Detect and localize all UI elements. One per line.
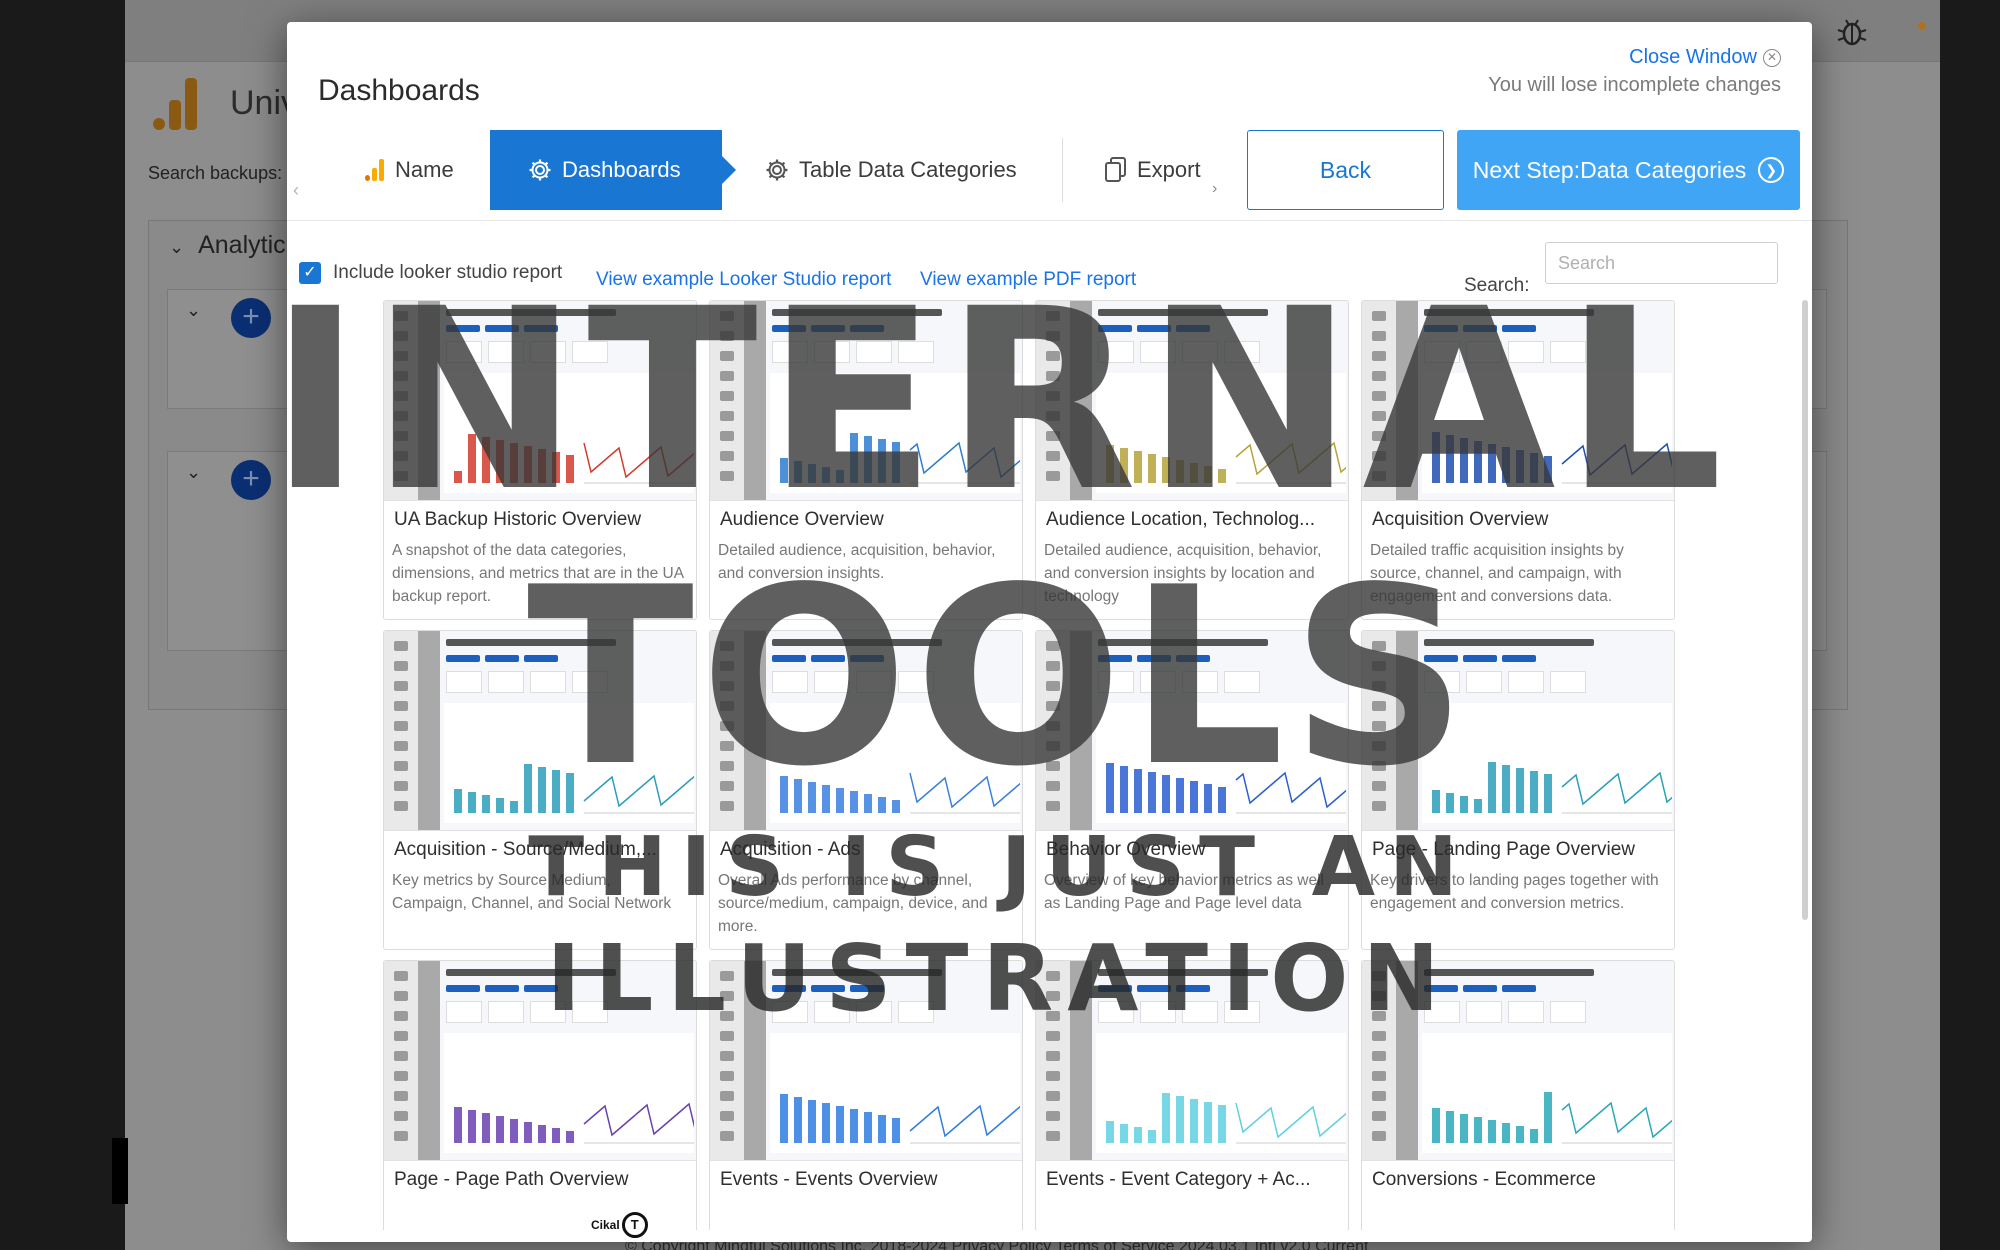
logo-text: Cikal xyxy=(591,1218,620,1232)
bug-icon[interactable] xyxy=(1834,14,1870,50)
step-label: Table Data Categories xyxy=(799,157,1017,182)
card-description: Detailed traffic acquisition insights by… xyxy=(1370,542,1624,605)
dashboard-thumbnail xyxy=(710,961,1022,1161)
card-title: Events - Event Category + Ac... xyxy=(1046,1169,1311,1190)
next-step-label: Next Step:Data Categories xyxy=(1472,156,1747,183)
dashboard-thumbnail xyxy=(1362,961,1674,1161)
card-title: Events - Events Overview xyxy=(720,1169,938,1190)
dashboard-card[interactable]: Events - Event Category + Ac... xyxy=(1035,960,1349,1230)
include-looker-label: Include looker studio report xyxy=(333,262,563,283)
card-description xyxy=(1036,1191,1348,1230)
dashboard-card[interactable]: Acquisition - Source/Medium,... Key metr… xyxy=(383,630,697,950)
chevron-down-icon: ⌄ xyxy=(169,237,185,257)
dashboard-card[interactable]: Acquisition - Ads Overall Ads performanc… xyxy=(709,630,1023,950)
dashboard-card[interactable]: Page - Landing Page Overview Key drivers… xyxy=(1361,630,1675,950)
panel-title: Analytic xyxy=(198,231,286,259)
dashboards-modal: Dashboards Close Window ✕ You will lose … xyxy=(287,22,1812,1242)
dashboard-card[interactable]: Page - Page Path Overview xyxy=(383,960,697,1230)
close-icon: ✕ xyxy=(1763,48,1781,67)
step-label: Export xyxy=(1137,157,1201,182)
backup-search-label: Search backups: xyxy=(148,163,283,183)
notification-dot xyxy=(1918,22,1926,30)
dashboard-thumbnail xyxy=(1036,631,1348,831)
chevron-left-icon[interactable]: ‹ xyxy=(293,180,299,201)
close-window-label: Close Window xyxy=(1629,46,1757,68)
include-looker-option[interactable]: ✓ Include looker studio report xyxy=(299,262,562,284)
chevron-down-icon[interactable]: ⌄ xyxy=(186,462,201,483)
gear-icon xyxy=(529,159,551,181)
card-title: Page - Page Path Overview xyxy=(394,1169,629,1190)
dashboard-thumbnail xyxy=(384,301,696,501)
card-description: Detailed audience, acquisition, behavior… xyxy=(718,542,996,582)
dashboard-card[interactable]: UA Backup Historic Overview A snapshot o… xyxy=(383,300,697,620)
card-description xyxy=(710,1191,1022,1230)
panel-header[interactable]: ⌄ Analytic xyxy=(169,231,286,260)
dashboard-card[interactable]: Audience Location, Technolog... Detailed… xyxy=(1035,300,1349,620)
card-title: Audience Overview xyxy=(720,509,884,530)
dashboard-card[interactable]: Acquisition Overview Detailed traffic ac… xyxy=(1361,300,1675,620)
search-input[interactable] xyxy=(1545,242,1778,284)
card-title: UA Backup Historic Overview xyxy=(394,509,642,530)
step-divider xyxy=(1062,138,1063,202)
step-table-data-categories[interactable]: Table Data Categories xyxy=(765,130,1017,210)
view-looker-example-link[interactable]: View example Looker Studio report xyxy=(596,269,891,291)
dashboard-thumbnail xyxy=(384,631,696,831)
left-edge-bar xyxy=(112,1138,128,1204)
search-label: Search: xyxy=(1464,275,1530,296)
card-description: Overview of key behavior metrics as well… xyxy=(1044,872,1324,912)
add-icon[interactable]: + xyxy=(231,298,271,338)
dashboard-thumbnail xyxy=(1036,961,1348,1161)
step-export[interactable]: Export xyxy=(1105,130,1201,210)
card-description: Overall Ads performance by channel, sour… xyxy=(718,872,988,935)
close-warning: You will lose incomplete changes xyxy=(1488,74,1781,96)
card-description xyxy=(1362,1191,1674,1230)
step-label: Name xyxy=(395,157,454,182)
chevron-right-icon[interactable]: › xyxy=(1212,180,1217,198)
chevron-down-icon[interactable]: ⌄ xyxy=(186,300,201,321)
dashboard-card[interactable]: Audience Overview Detailed audience, acq… xyxy=(709,300,1023,620)
dashboard-card[interactable]: Events - Events Overview xyxy=(709,960,1023,1230)
card-title: Acquisition - Source/Medium,... xyxy=(394,839,657,860)
step-label: Dashboards xyxy=(562,157,681,182)
card-title: Page - Landing Page Overview xyxy=(1372,839,1635,860)
modal-title: Dashboards xyxy=(318,74,480,107)
cikal-logo: Cikal T xyxy=(591,1212,648,1238)
step-dashboards[interactable]: Dashboards xyxy=(490,130,736,210)
dashboard-card[interactable]: Conversions - Ecommerce xyxy=(1361,960,1675,1230)
google-analytics-logo xyxy=(153,78,199,130)
dashboard-thumbnail xyxy=(710,301,1022,501)
dashboard-thumbnail xyxy=(1036,301,1348,501)
divider xyxy=(287,220,1812,221)
dashboard-grid: UA Backup Historic Overview A snapshot o… xyxy=(383,300,1683,1230)
card-title: Behavior Overview xyxy=(1046,839,1206,860)
gear-icon xyxy=(766,159,788,181)
dashboard-thumbnail xyxy=(1362,301,1674,501)
back-button[interactable]: Back xyxy=(1247,130,1444,210)
arrow-right-circle-icon: ❯ xyxy=(1758,157,1785,183)
dashboard-thumbnail xyxy=(1362,631,1674,831)
next-step-button[interactable]: Next Step:Data Categories ❯ xyxy=(1457,130,1800,210)
logo-mark: T xyxy=(621,1212,648,1238)
include-looker-checkbox[interactable]: ✓ xyxy=(299,262,321,284)
card-title: Conversions - Ecommerce xyxy=(1372,1169,1596,1190)
card-description xyxy=(384,1191,696,1230)
dashboard-card[interactable]: Behavior Overview Overview of key behavi… xyxy=(1035,630,1349,950)
copy-icon xyxy=(1105,157,1126,182)
wizard-stepper: ‹ Name Dashboards Table Data Categories … xyxy=(287,130,1247,210)
google-analytics-icon xyxy=(365,159,385,181)
card-description: A snapshot of the data categories, dimen… xyxy=(392,542,684,605)
card-description: Key metrics by Source Medium, Campaign, … xyxy=(392,872,672,912)
close-window-button[interactable]: Close Window ✕ xyxy=(1629,46,1781,69)
card-title: Acquisition - Ads xyxy=(720,839,861,860)
dashboard-thumbnail xyxy=(710,631,1022,831)
view-pdf-example-link[interactable]: View example PDF report xyxy=(920,269,1136,291)
dashboard-thumbnail xyxy=(384,961,696,1161)
add-icon[interactable]: + xyxy=(231,460,271,500)
card-title: Audience Location, Technolog... xyxy=(1046,509,1316,530)
card-description: Detailed audience, acquisition, behavior… xyxy=(1044,542,1322,605)
grid-scrollbar[interactable] xyxy=(1802,300,1808,920)
card-title: Acquisition Overview xyxy=(1372,509,1549,530)
step-name[interactable]: Name xyxy=(365,130,454,210)
card-description: Key drivers to landing pages together wi… xyxy=(1370,872,1659,912)
